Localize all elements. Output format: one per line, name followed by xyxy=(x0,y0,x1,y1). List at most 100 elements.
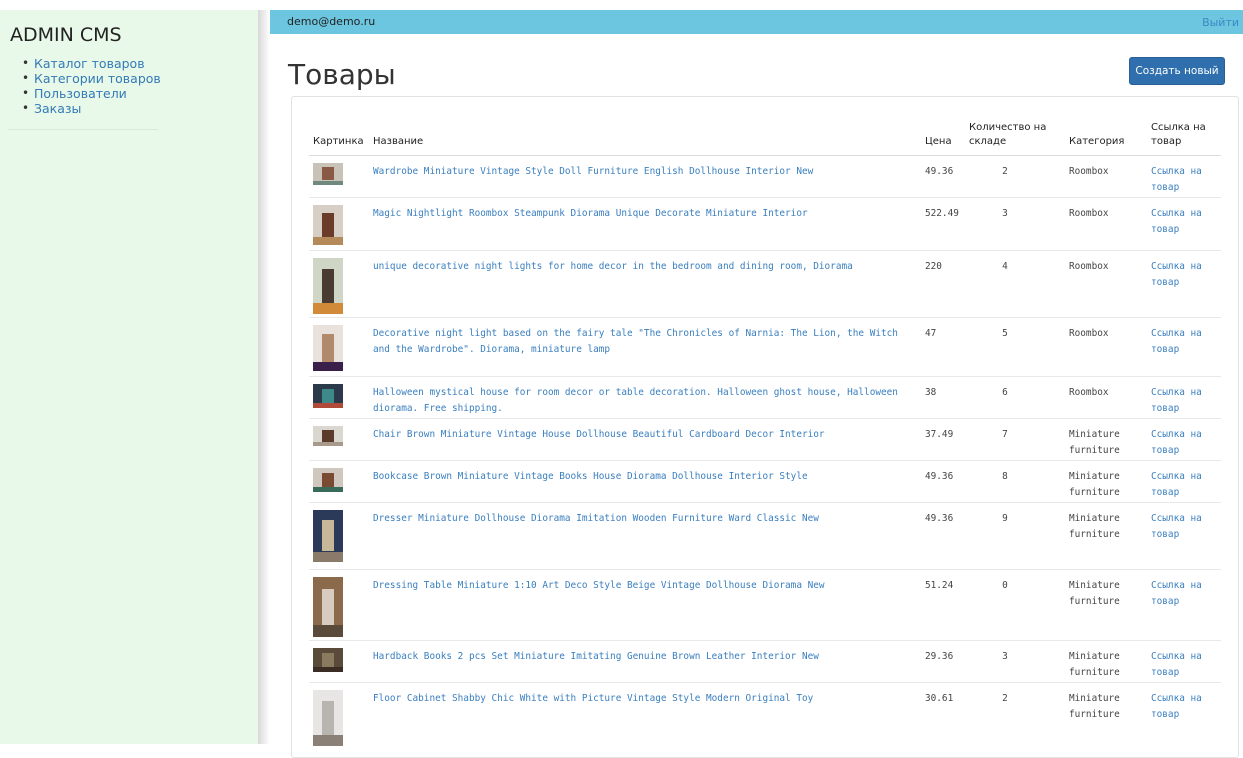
product-link-cell: Ссылка на товар xyxy=(1147,317,1221,377)
header-image: Картинка xyxy=(309,97,369,156)
product-name-link[interactable]: unique decorative night lights for home … xyxy=(373,261,853,272)
product-link[interactable]: Ссылка на товар xyxy=(1151,387,1202,414)
product-name-link[interactable]: Hardback Books 2 pcs Set Miniature Imita… xyxy=(373,651,819,662)
product-price: 220 xyxy=(921,250,965,318)
header-stock: Количество на складе xyxy=(965,97,1065,156)
product-thumbnail[interactable] xyxy=(313,648,343,672)
product-link[interactable]: Ссылка на товар xyxy=(1151,651,1202,678)
product-thumbnail[interactable] xyxy=(313,577,343,637)
products-table: Картинка Название Цена Количество на скл… xyxy=(309,97,1221,749)
product-price: 51.24 xyxy=(921,569,965,641)
sidebar-link-users[interactable]: Пользователи xyxy=(34,86,127,101)
product-thumbnail-cell xyxy=(309,155,369,198)
product-category: Roombox xyxy=(1065,317,1147,377)
product-stock: 3 xyxy=(965,640,1065,683)
product-thumbnail[interactable] xyxy=(313,205,343,245)
product-category: Roombox xyxy=(1065,376,1147,419)
product-link[interactable]: Ссылка на товар xyxy=(1151,328,1202,355)
product-thumbnail[interactable] xyxy=(313,690,343,746)
product-stock: 9 xyxy=(965,502,1065,570)
product-stock: 3 xyxy=(965,197,1065,251)
product-thumbnail-cell xyxy=(309,460,369,503)
header-name: Название xyxy=(369,97,921,156)
product-thumbnail[interactable] xyxy=(313,163,343,185)
logout-link[interactable]: Выйти xyxy=(1202,16,1239,29)
product-thumbnail-cell xyxy=(309,682,369,749)
product-category: Roombox xyxy=(1065,250,1147,318)
product-name-cell: Dresser Miniature Dollhouse Diorama Imit… xyxy=(369,502,921,570)
sidebar-link-categories[interactable]: Категории товаров xyxy=(34,71,161,86)
product-thumbnail[interactable] xyxy=(313,426,343,446)
sidebar-item-catalog: Каталог товаров xyxy=(22,56,161,71)
product-category: Miniature furniture xyxy=(1065,640,1147,683)
product-link-cell: Ссылка на товар xyxy=(1147,376,1221,419)
product-name-cell: Floor Cabinet Shabby Chic White with Pic… xyxy=(369,682,921,749)
table-row: Halloween mystical house for room decor … xyxy=(309,376,1221,419)
sidebar: ADMIN CMS Каталог товаров Категории това… xyxy=(0,10,258,744)
product-name-cell: Decorative night light based on the fair… xyxy=(369,317,921,377)
product-link-cell: Ссылка на товар xyxy=(1147,569,1221,641)
product-link[interactable]: Ссылка на товар xyxy=(1151,580,1202,607)
page-title: Товары xyxy=(288,58,396,91)
product-thumbnail[interactable] xyxy=(313,325,343,371)
product-category: Miniature furniture xyxy=(1065,418,1147,461)
product-thumbnail-cell xyxy=(309,250,369,318)
product-link[interactable]: Ссылка на товар xyxy=(1151,693,1202,720)
product-name-link[interactable]: Halloween mystical house for room decor … xyxy=(373,387,898,414)
create-new-button[interactable]: Создать новый xyxy=(1129,57,1225,85)
product-stock: 4 xyxy=(965,250,1065,318)
product-link[interactable]: Ссылка на товар xyxy=(1151,471,1202,498)
product-category: Miniature furniture xyxy=(1065,502,1147,570)
table-row: Wardrobe Miniature Vintage Style Doll Fu… xyxy=(309,155,1221,198)
table-row: Dressing Table Miniature 1:10 Art Deco S… xyxy=(309,569,1221,641)
header-link: Ссылка на товар xyxy=(1147,97,1221,156)
product-name-link[interactable]: Decorative night light based on the fair… xyxy=(373,328,898,355)
product-name-cell: Hardback Books 2 pcs Set Miniature Imita… xyxy=(369,640,921,683)
product-thumbnail-cell xyxy=(309,569,369,641)
product-link[interactable]: Ссылка на товар xyxy=(1151,261,1202,288)
table-row: Chair Brown Miniature Vintage House Doll… xyxy=(309,418,1221,461)
product-link[interactable]: Ссылка на товар xyxy=(1151,429,1202,456)
product-link[interactable]: Ссылка на товар xyxy=(1151,166,1202,193)
product-thumbnail[interactable] xyxy=(313,384,343,408)
header-price: Цена xyxy=(921,97,965,156)
product-stock: 7 xyxy=(965,418,1065,461)
product-name-cell: Dressing Table Miniature 1:10 Art Deco S… xyxy=(369,569,921,641)
product-thumbnail[interactable] xyxy=(313,258,343,314)
product-name-link[interactable]: Bookcase Brown Miniature Vintage Books H… xyxy=(373,471,808,482)
product-price: 29.36 xyxy=(921,640,965,683)
product-name-cell: Magic Nightlight Roombox Steampunk Diora… xyxy=(369,197,921,251)
product-name-cell: Bookcase Brown Miniature Vintage Books H… xyxy=(369,460,921,503)
header-category: Категория xyxy=(1065,97,1147,156)
product-name-link[interactable]: Chair Brown Miniature Vintage House Doll… xyxy=(373,429,825,440)
product-thumbnail[interactable] xyxy=(313,468,343,492)
product-thumbnail-cell xyxy=(309,502,369,570)
product-link-cell: Ссылка на товар xyxy=(1147,682,1221,749)
topbar: demo@demo.ru Выйти xyxy=(270,10,1243,34)
product-link[interactable]: Ссылка на товар xyxy=(1151,208,1202,235)
table-row: Hardback Books 2 pcs Set Miniature Imita… xyxy=(309,640,1221,683)
product-name-cell: Halloween mystical house for room decor … xyxy=(369,376,921,419)
product-name-link[interactable]: Dresser Miniature Dollhouse Diorama Imit… xyxy=(373,513,819,524)
table-row: Decorative night light based on the fair… xyxy=(309,317,1221,377)
product-name-link[interactable]: Dressing Table Miniature 1:10 Art Deco S… xyxy=(373,580,825,591)
sidebar-item-users: Пользователи xyxy=(22,86,161,101)
product-name-link[interactable]: Magic Nightlight Roombox Steampunk Diora… xyxy=(373,208,808,219)
sidebar-link-catalog[interactable]: Каталог товаров xyxy=(34,56,145,71)
product-name-link[interactable]: Wardrobe Miniature Vintage Style Doll Fu… xyxy=(373,166,813,177)
product-stock: 2 xyxy=(965,682,1065,749)
product-link-cell: Ссылка на товар xyxy=(1147,155,1221,198)
table-row: unique decorative night lights for home … xyxy=(309,250,1221,318)
product-link[interactable]: Ссылка на товар xyxy=(1151,513,1202,540)
product-link-cell: Ссылка на товар xyxy=(1147,197,1221,251)
table-header-row: Картинка Название Цена Количество на скл… xyxy=(309,97,1221,156)
product-price: 30.61 xyxy=(921,682,965,749)
product-link-cell: Ссылка на товар xyxy=(1147,250,1221,318)
table-row: Bookcase Brown Miniature Vintage Books H… xyxy=(309,460,1221,503)
product-category: Miniature furniture xyxy=(1065,460,1147,503)
product-thumbnail[interactable] xyxy=(313,510,343,562)
product-price: 522.49 xyxy=(921,197,965,251)
product-name-link[interactable]: Floor Cabinet Shabby Chic White with Pic… xyxy=(373,693,813,704)
product-link-cell: Ссылка на товар xyxy=(1147,418,1221,461)
sidebar-link-orders[interactable]: Заказы xyxy=(34,101,81,116)
